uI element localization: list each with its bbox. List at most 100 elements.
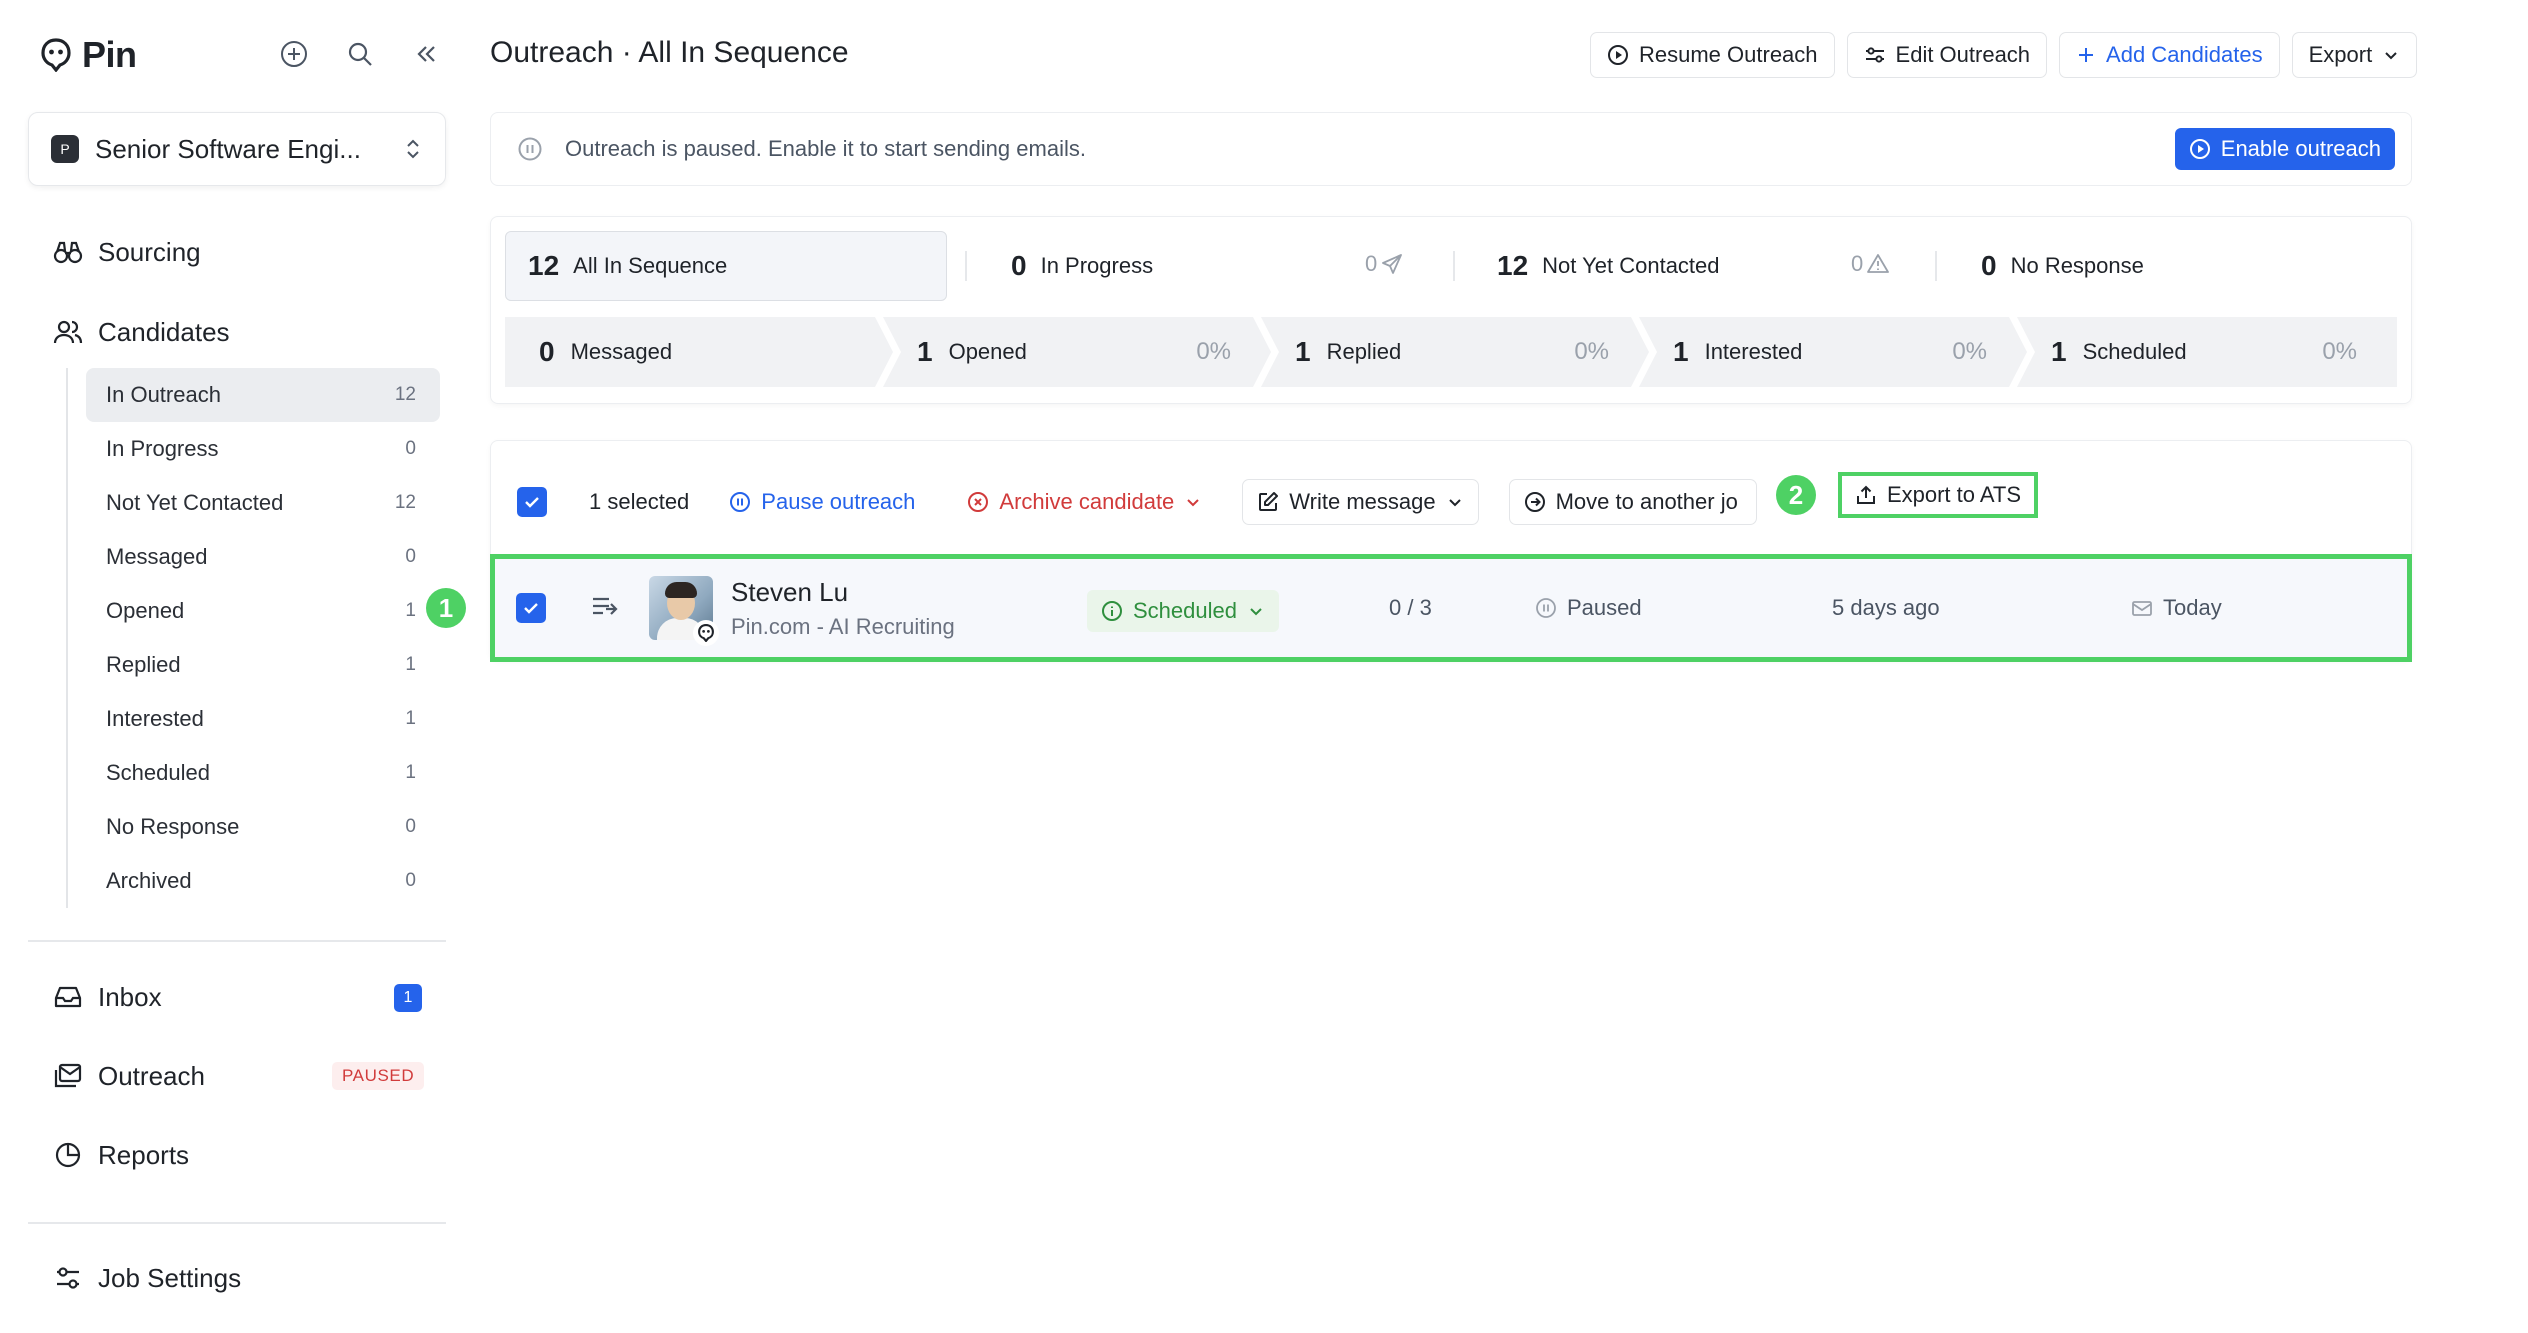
nav-candidates[interactable]: Candidates (52, 316, 230, 348)
nav-outreach[interactable]: Outreach (52, 1060, 205, 1092)
pin-logo-icon (41, 38, 71, 72)
app-name: Pin (82, 34, 137, 75)
subnav-item-not-yet-contacted[interactable]: Not Yet Contacted 12 (86, 476, 440, 530)
funnel-step-scheduled[interactable]: 1 Scheduled 0% (2017, 317, 2397, 387)
nav-inbox[interactable]: Inbox (52, 981, 162, 1013)
stat-count: 12 (1497, 250, 1529, 281)
nav-job-settings-label: Job Settings (98, 1262, 242, 1293)
archive-candidate-label: Archive candidate (999, 489, 1175, 514)
candidate-company: Pin.com - AI Recruiting (731, 614, 955, 639)
play-circle-icon (1608, 45, 1628, 65)
subnav-label: Replied (106, 652, 181, 677)
search-icon[interactable] (344, 38, 376, 70)
chevron-updown-icon (407, 139, 419, 159)
move-to-another-job-button[interactable]: Move to another jo (1508, 479, 1757, 525)
subnav-item-scheduled[interactable]: Scheduled 1 (86, 746, 440, 800)
edit-outreach-label: Edit Outreach (1895, 42, 2031, 67)
subnav-count: 1 (405, 654, 416, 675)
nav-job-settings[interactable]: Job Settings (52, 1262, 241, 1294)
page-title: Outreach · All In Sequence (490, 36, 849, 69)
export-to-ats-button[interactable]: Export to ATS (1838, 472, 2038, 518)
subnav-label: Interested (106, 706, 204, 731)
add-icon[interactable] (278, 38, 310, 70)
sequence-progress-value: 0 / 3 (1389, 595, 1432, 620)
stat-label: Not Yet Contacted (1542, 253, 1720, 278)
subnav-item-opened[interactable]: Opened 1 (86, 584, 440, 638)
header-actions: Resume Outreach Edit Outreach Add Candid… (1590, 32, 2418, 78)
play-circle-icon (2189, 139, 2210, 159)
select-all-checkbox[interactable] (517, 487, 547, 517)
funnel-step-messaged[interactable]: 0 Messaged (505, 317, 893, 387)
arrow-right-circle-icon (1524, 492, 1545, 512)
subnav-item-in-outreach[interactable]: In Outreach 12 (86, 368, 440, 422)
subnav-label: In Progress (106, 436, 219, 461)
banner-text: Outreach is paused. Enable it to start s… (565, 136, 1086, 161)
export-dropdown[interactable]: Export (2291, 32, 2418, 78)
resume-outreach-button[interactable]: Resume Outreach (1590, 32, 1835, 78)
nav-reports-label: Reports (98, 1139, 190, 1170)
stat-all-in-sequence[interactable]: 12 All In Sequence (505, 231, 947, 301)
job-badge: P (51, 135, 79, 163)
binoculars-icon (52, 236, 84, 268)
subnav-item-archived[interactable]: Archived 0 (86, 854, 440, 908)
subnav-item-in-progress[interactable]: In Progress 0 (86, 422, 440, 476)
subnav-count: 1 (405, 600, 416, 621)
subnav-count: 12 (394, 492, 416, 513)
job-selector[interactable]: P Senior Software Engi... (28, 112, 446, 186)
nav-reports[interactable]: Reports (52, 1139, 189, 1171)
pin-badge-icon (693, 620, 719, 646)
subnav-item-no-response[interactable]: No Response 0 (86, 800, 440, 854)
subnav-count: 0 (405, 870, 416, 891)
bulk-actions-toolbar: 1 selected Pause outreach Archive candid… (517, 479, 1757, 525)
info-circle-icon (1102, 601, 1122, 621)
funnel-count: 0 (539, 336, 555, 367)
funnel-label: Interested (1704, 339, 1803, 364)
subnav-item-messaged[interactable]: Messaged 0 (86, 530, 440, 584)
candidate-status-dropdown[interactable]: Scheduled (1087, 590, 1279, 632)
collapse-sidebar-icon[interactable] (410, 38, 442, 70)
funnel-label: Messaged (570, 339, 673, 364)
funnel-count: 1 (2051, 336, 2067, 367)
funnel-step-opened[interactable]: 1 Opened 0% (883, 317, 1271, 387)
check-icon (525, 497, 539, 508)
nav-sourcing[interactable]: Sourcing (52, 236, 201, 268)
add-candidates-label: Add Candidates (2106, 42, 2263, 67)
stat-no-response[interactable]: 0 No Response (1981, 231, 2381, 301)
sliders-icon (1865, 47, 1884, 63)
row-checkbox[interactable] (516, 593, 546, 623)
inbox-icon (52, 981, 84, 1013)
archive-candidate-dropdown[interactable]: Archive candidate (967, 479, 1202, 525)
sequence-progress: 0 / 3 (1389, 559, 1432, 657)
stat-not-yet-contacted-warning: 0 (1851, 251, 1890, 277)
app-logo[interactable]: Pin (40, 34, 137, 76)
funnel-label: Replied (1326, 339, 1402, 364)
funnel-count: 1 (917, 336, 933, 367)
subnav-item-replied[interactable]: Replied 1 (86, 638, 440, 692)
funnel-count: 1 (1673, 336, 1689, 367)
last-activity-value: Today (2163, 595, 2222, 620)
subnav-count: 1 (405, 762, 416, 783)
pause-outreach-button[interactable]: Pause outreach (729, 479, 915, 525)
enable-outreach-button[interactable]: Enable outreach (2174, 128, 2395, 170)
write-message-dropdown[interactable]: Write message (1242, 479, 1479, 525)
candidate-name[interactable]: Steven Lu (731, 577, 955, 608)
last-activity: Today (2131, 559, 2222, 657)
stat-count: 0 (1981, 250, 1997, 281)
funnel-percent: 0% (1574, 338, 1609, 365)
avatar (649, 576, 719, 646)
funnel-label: Opened (948, 339, 1027, 364)
upload-icon (1856, 485, 1875, 504)
table-row[interactable]: Steven Lu Pin.com - AI Recruiting Schedu… (490, 554, 2412, 662)
funnel-step-replied[interactable]: 1 Replied 0% (1261, 317, 1649, 387)
pause-circle-icon (1536, 598, 1556, 618)
mail-stack-icon (52, 1060, 84, 1092)
subnav-count: 0 (405, 816, 416, 837)
subnav-item-interested[interactable]: Interested 1 (86, 692, 440, 746)
paused-banner: Outreach is paused. Enable it to start s… (490, 112, 2412, 186)
add-candidates-button[interactable]: Add Candidates (2059, 32, 2280, 78)
subnav-count: 1 (405, 708, 416, 729)
funnel-step-interested[interactable]: 1 Interested 0% (1639, 317, 2027, 387)
stat-in-progress-sent: 0 (1365, 251, 1403, 277)
edit-outreach-button[interactable]: Edit Outreach (1846, 32, 2048, 78)
sequence-steps-icon[interactable] (591, 595, 619, 621)
